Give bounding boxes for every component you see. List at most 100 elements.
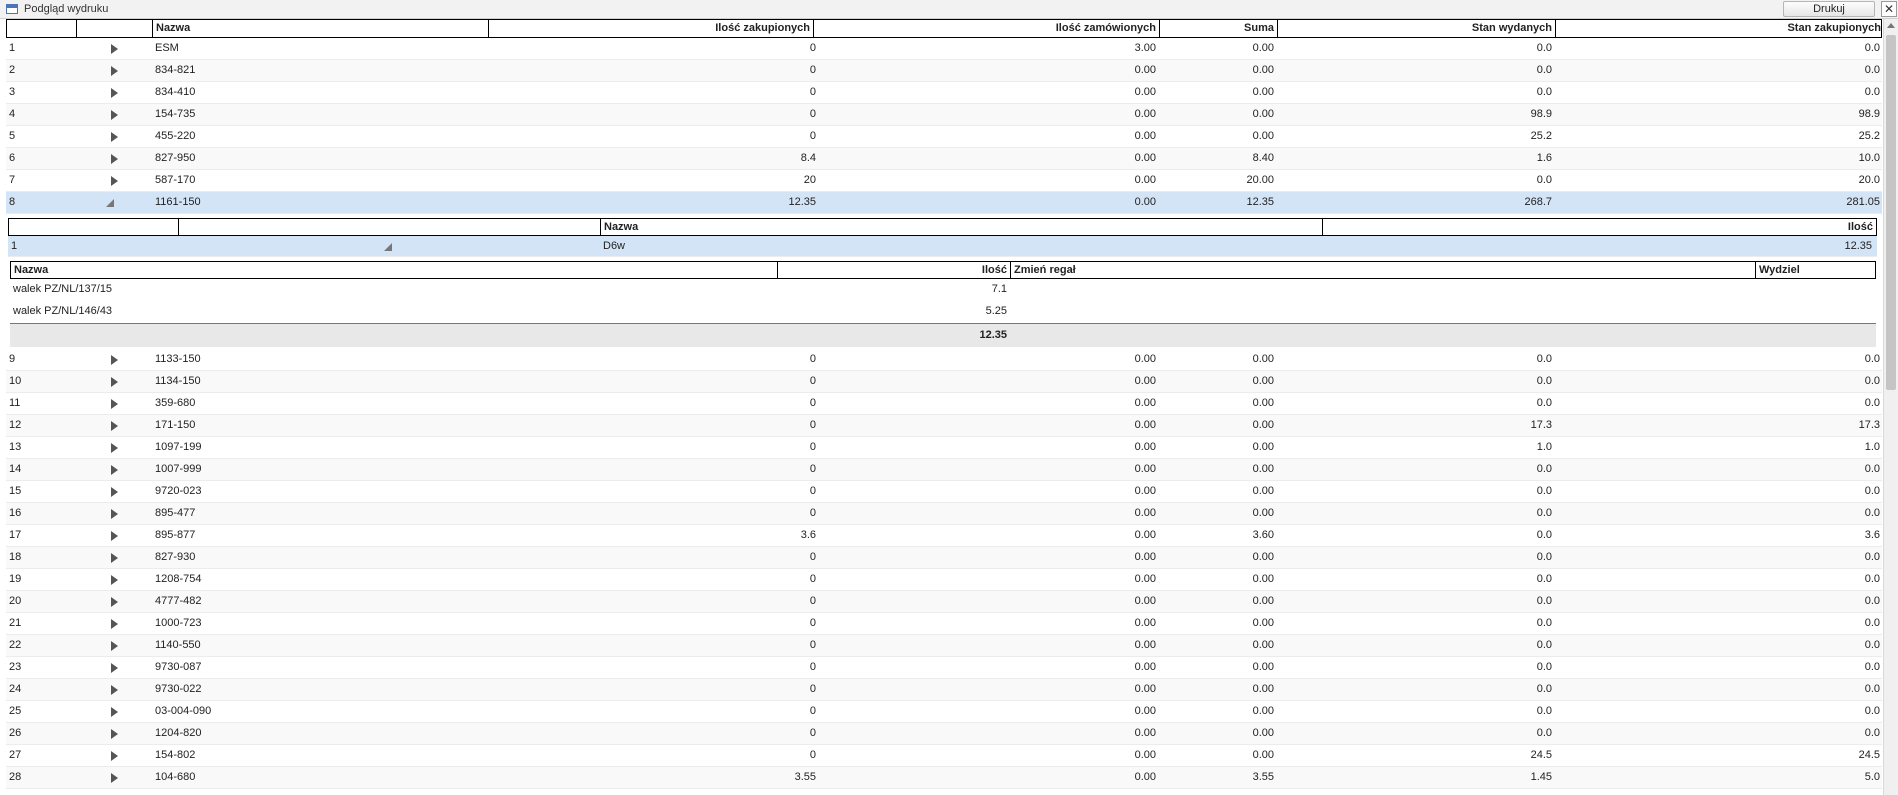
expand-triangle-icon[interactable]	[111, 421, 118, 431]
table-row[interactable]: 18 827-930 0 0.00 0.00 0.0 0.0	[6, 547, 1882, 569]
expand-triangle-icon[interactable]	[111, 641, 118, 651]
expand-triangle-icon[interactable]	[111, 88, 118, 98]
detail-item-row[interactable]: walek PZ/NL/137/15 7.1	[10, 279, 1876, 301]
collapse-triangle-icon[interactable]	[384, 243, 392, 251]
table-row[interactable]: 21 1000-723 0 0.00 0.00 0.0 0.0	[6, 613, 1882, 635]
row-purchased-qty: 0	[809, 419, 816, 431]
row-sum: 0.00	[1252, 683, 1274, 695]
expand-triangle-icon[interactable]	[111, 355, 118, 365]
row-purchased-qty: 0	[809, 42, 816, 54]
table-row[interactable]: 28 104-680 3.55 0.00 3.55 1.45 5.0	[6, 767, 1882, 789]
table-row[interactable]: 9 1133-150 0 0.00 0.00 0.0 0.0	[6, 349, 1882, 371]
table-row[interactable]: 19 1208-754 0 0.00 0.00 0.0 0.0	[6, 569, 1882, 591]
print-button[interactable]: Drukuj	[1783, 1, 1875, 17]
table-row[interactable]: 6 827-950 8.4 0.00 8.40 1.6 10.0	[6, 148, 1882, 170]
row-issued-stock: 17.3	[1530, 419, 1552, 431]
row-ordered-qty: 0.00	[1134, 375, 1156, 387]
detail-row-name: D6w	[603, 240, 626, 252]
row-number: 25	[9, 705, 22, 717]
row-issued-stock: 0.0	[1536, 86, 1552, 98]
detail-total-row: 12.35	[10, 323, 1876, 347]
expand-triangle-icon[interactable]	[111, 509, 118, 519]
report-content[interactable]: Nazwa Ilość zakupionych Ilość zamówionych S…	[0, 19, 1883, 795]
detail-item-row[interactable]: walek PZ/NL/146/43 5.25	[10, 301, 1876, 323]
expand-triangle-icon[interactable]	[111, 619, 118, 629]
row-purchased-qty: 3.6	[800, 529, 816, 541]
table-row[interactable]: 10 1134-150 0 0.00 0.00 0.0 0.0	[6, 371, 1882, 393]
row-purchased-qty: 0	[809, 485, 816, 497]
table-row[interactable]: 23 9730-087 0 0.00 0.00 0.0 0.0	[6, 657, 1882, 679]
row-issued-stock: 0.0	[1536, 42, 1552, 54]
table-row[interactable]: 3 834-410 0 0.00 0.00 0.0 0.0	[6, 82, 1882, 104]
collapse-triangle-icon[interactable]	[106, 199, 114, 207]
expand-triangle-icon[interactable]	[111, 377, 118, 387]
detail-item-name: walek PZ/NL/137/15	[13, 283, 113, 295]
col-purchased-stock-header[interactable]: Stan zakupionych	[1556, 20, 1883, 37]
table-row[interactable]: 26 1204-820 0 0.00 0.00 0.0 0.0	[6, 723, 1882, 745]
row-ordered-qty: 0.00	[1134, 617, 1156, 629]
table-row[interactable]: 5 455-220 0 0.00 0.00 25.2 25.2	[6, 126, 1882, 148]
expand-triangle-icon[interactable]	[111, 66, 118, 76]
table-row[interactable]: 4 154-735 0 0.00 0.00 98.9 98.9	[6, 104, 1882, 126]
table-row[interactable]: 24 9730-022 0 0.00 0.00 0.0 0.0	[6, 679, 1882, 701]
row-ordered-qty: 0.00	[1134, 595, 1156, 607]
expand-triangle-icon[interactable]	[111, 176, 118, 186]
table-row[interactable]: 16 895-477 0 0.00 0.00 0.0 0.0	[6, 503, 1882, 525]
table-row[interactable]: 25 03-004-090 0 0.00 0.00 0.0 0.0	[6, 701, 1882, 723]
table-row[interactable]: 1 ESM 0 3.00 0.00 0.0 0.0	[6, 38, 1882, 60]
col-ordered-qty-header[interactable]: Ilość zamówionych	[814, 20, 1160, 37]
row-purchased-stock: 1.0	[1864, 441, 1880, 453]
table-row[interactable]: 2 834-821 0 0.00 0.00 0.0 0.0	[6, 60, 1882, 82]
row-ordered-qty: 0.00	[1134, 573, 1156, 585]
close-icon[interactable]: ✕	[1881, 1, 1897, 17]
scroll-up-arrow-icon[interactable]	[1886, 21, 1896, 31]
col-sum-header[interactable]: Suma	[1160, 20, 1278, 37]
table-row[interactable]: 13 1097-199 0 0.00 0.00 1.0 1.0	[6, 437, 1882, 459]
expand-triangle-icon[interactable]	[111, 729, 118, 739]
row-number: 14	[9, 463, 22, 475]
expand-triangle-icon[interactable]	[111, 443, 118, 453]
expand-triangle-icon[interactable]	[111, 531, 118, 541]
scroll-thumb[interactable]	[1886, 35, 1896, 390]
expand-triangle-icon[interactable]	[111, 553, 118, 563]
table-row[interactable]: 15 9720-023 0 0.00 0.00 0.0 0.0	[6, 481, 1882, 503]
expand-triangle-icon[interactable]	[111, 707, 118, 717]
table-row[interactable]: 27 154-802 0 0.00 0.00 24.5 24.5	[6, 745, 1882, 767]
expand-triangle-icon[interactable]	[111, 465, 118, 475]
row-sum: 0.00	[1252, 64, 1274, 76]
expand-triangle-icon[interactable]	[111, 44, 118, 54]
table-row[interactable]: 11 359-680 0 0.00 0.00 0.0 0.0	[6, 393, 1882, 415]
sub2-col-change-shelf-header: Zmień regał	[1011, 262, 1756, 278]
vertical-scrollbar[interactable]	[1883, 19, 1898, 795]
table-row[interactable]: 12 171-150 0 0.00 0.00 17.3 17.3	[6, 415, 1882, 437]
expand-triangle-icon[interactable]	[111, 399, 118, 409]
expand-triangle-icon[interactable]	[111, 685, 118, 695]
detail-row-number: 1	[11, 240, 18, 252]
detail-row[interactable]: 1 D6w 12.35	[8, 236, 1877, 257]
expand-triangle-icon[interactable]	[111, 132, 118, 142]
expand-triangle-icon[interactable]	[111, 751, 118, 761]
table-row[interactable]: 17 895-877 3.6 0.00 3.60 0.0 3.6	[6, 525, 1882, 547]
table-row[interactable]: 7 587-170 20 0.00 20.00 0.0 20.0	[6, 170, 1882, 192]
expand-triangle-icon[interactable]	[111, 575, 118, 585]
col-issued-stock-header[interactable]: Stan wydanych	[1278, 20, 1556, 37]
row-sum: 0.00	[1252, 507, 1274, 519]
col-name-header[interactable]: Nazwa	[153, 20, 489, 37]
expand-triangle-icon[interactable]	[111, 110, 118, 120]
detail-grid-level1: Nazwa Ilość 1 D6w 12.35	[8, 218, 1877, 257]
table-row[interactable]: 22 1140-550 0 0.00 0.00 0.0 0.0	[6, 635, 1882, 657]
table-row[interactable]: 20 4777-482 0 0.00 0.00 0.0 0.0	[6, 591, 1882, 613]
row-name: 1161-150	[155, 196, 201, 208]
row-number: 16	[9, 507, 22, 519]
expand-triangle-icon[interactable]	[111, 597, 118, 607]
table-row[interactable]: 8 1161-150 12.35 0.00 12.35 268.7 281.05	[6, 192, 1882, 214]
expand-triangle-icon[interactable]	[111, 773, 118, 783]
row-number: 7	[9, 174, 16, 186]
expand-triangle-icon[interactable]	[111, 663, 118, 673]
expand-triangle-icon[interactable]	[111, 487, 118, 497]
row-purchased-qty: 0	[809, 86, 816, 98]
row-name: 1204-820	[155, 727, 202, 739]
expand-triangle-icon[interactable]	[111, 154, 118, 164]
table-row[interactable]: 14 1007-999 0 0.00 0.00 0.0 0.0	[6, 459, 1882, 481]
col-purchased-qty-header[interactable]: Ilość zakupionych	[489, 20, 814, 37]
